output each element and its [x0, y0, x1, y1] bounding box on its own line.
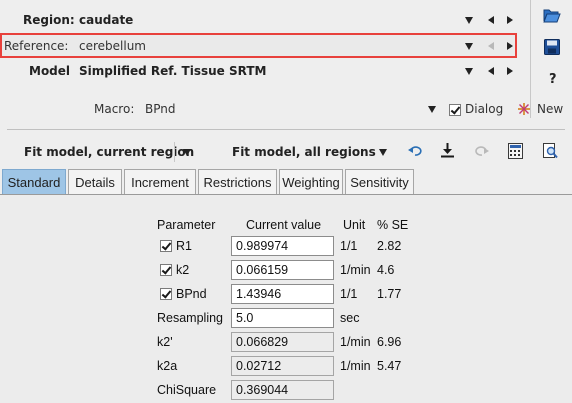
r1-fit-checkbox[interactable]: [160, 240, 172, 252]
tab-increment[interactable]: Increment: [124, 169, 196, 194]
macro-dropdown-icon[interactable]: [428, 106, 436, 113]
region-value[interactable]: caudate: [79, 13, 133, 27]
tab-sensitivity[interactable]: Sensitivity: [345, 169, 414, 194]
header-se: % SE: [377, 218, 409, 232]
fit-all-regions-button[interactable]: Fit model, all regions: [232, 145, 376, 159]
param-name: k2a: [157, 359, 178, 373]
reference-prev-icon: [488, 42, 494, 50]
k2-value-field[interactable]: 0.066159: [231, 260, 334, 280]
model-prev-icon[interactable]: [488, 67, 494, 75]
toolbar-separator: [7, 129, 565, 130]
dialog-checkbox[interactable]: [449, 104, 461, 116]
k2-fit-checkbox[interactable]: [160, 264, 172, 276]
resampling-value-field[interactable]: 5.0: [231, 308, 334, 328]
region-next-icon[interactable]: [507, 16, 513, 24]
fit-current-separator: [174, 142, 175, 162]
save-icon[interactable]: [544, 39, 560, 55]
param-unit: sec: [340, 311, 360, 325]
calculator-icon[interactable]: [508, 143, 523, 159]
reference-value[interactable]: cerebellum: [79, 39, 146, 53]
r1-value-field[interactable]: 0.989974: [231, 236, 334, 256]
param-name: R1: [176, 239, 192, 253]
k2prime-value-field: 0.066829: [231, 332, 334, 352]
download-icon[interactable]: [441, 143, 454, 158]
dialog-label: Dialog: [465, 102, 504, 116]
header-parameter: Parameter: [157, 218, 216, 232]
chisquare-value-field: 0.369044: [231, 380, 334, 400]
param-unit: 1/min: [340, 263, 371, 277]
tab-weighting[interactable]: Weighting: [279, 169, 343, 194]
region-prev-icon[interactable]: [488, 16, 494, 24]
param-name: ChiSquare: [157, 383, 217, 397]
tab-standard[interactable]: Standard: [2, 169, 66, 195]
tab-details[interactable]: Details: [68, 169, 122, 194]
param-se: 6.96: [377, 335, 402, 349]
param-name: k2': [157, 335, 173, 349]
model-label: Model: [29, 64, 71, 78]
undo-icon[interactable]: [408, 145, 422, 157]
fit-all-dropdown-icon[interactable]: [379, 149, 387, 156]
bpnd-fit-checkbox[interactable]: [160, 288, 172, 300]
fit-current-dropdown-icon[interactable]: [183, 149, 191, 156]
param-unit: 1/min: [340, 359, 371, 373]
region-label: Region:: [23, 13, 75, 27]
param-name: BPnd: [176, 287, 207, 301]
param-unit: 1/min: [340, 335, 371, 349]
side-separator: [530, 0, 531, 118]
param-unit: 1/1: [340, 287, 358, 301]
header-current-value: Current value: [246, 218, 322, 232]
fit-current-region-button[interactable]: Fit model, current region: [24, 145, 194, 159]
new-sparkle-icon[interactable]: [517, 102, 531, 116]
redo-icon: [475, 146, 489, 156]
model-dropdown-icon[interactable]: [465, 68, 473, 75]
bpnd-value-field[interactable]: 1.43946: [231, 284, 334, 304]
region-dropdown-icon[interactable]: [465, 17, 473, 24]
reference-highlight: [0, 33, 517, 58]
param-se: 1.77: [377, 287, 402, 301]
param-se: 5.47: [377, 359, 402, 373]
param-name: Resampling: [157, 311, 224, 325]
macro-label: Macro:: [94, 102, 135, 116]
param-unit: 1/1: [340, 239, 358, 253]
header-unit: Unit: [343, 218, 366, 232]
zoom-document-icon[interactable]: [543, 143, 558, 159]
model-value[interactable]: Simplified Ref. Tissue SRTM: [79, 64, 266, 78]
param-name: k2: [176, 263, 190, 277]
reference-label: Reference:: [4, 39, 69, 53]
help-button[interactable]: ?: [549, 72, 557, 87]
open-folder-icon[interactable]: [543, 8, 561, 23]
tab-restrictions[interactable]: Restrictions: [198, 169, 277, 194]
param-se: 2.82: [377, 239, 402, 253]
reference-next-icon[interactable]: [507, 42, 513, 50]
model-next-icon[interactable]: [507, 67, 513, 75]
param-se: 4.6: [377, 263, 395, 277]
new-button[interactable]: New: [537, 102, 563, 116]
k2a-value-field: 0.02712: [231, 356, 334, 376]
macro-value[interactable]: BPnd: [145, 102, 175, 116]
reference-dropdown-icon[interactable]: [465, 43, 473, 50]
